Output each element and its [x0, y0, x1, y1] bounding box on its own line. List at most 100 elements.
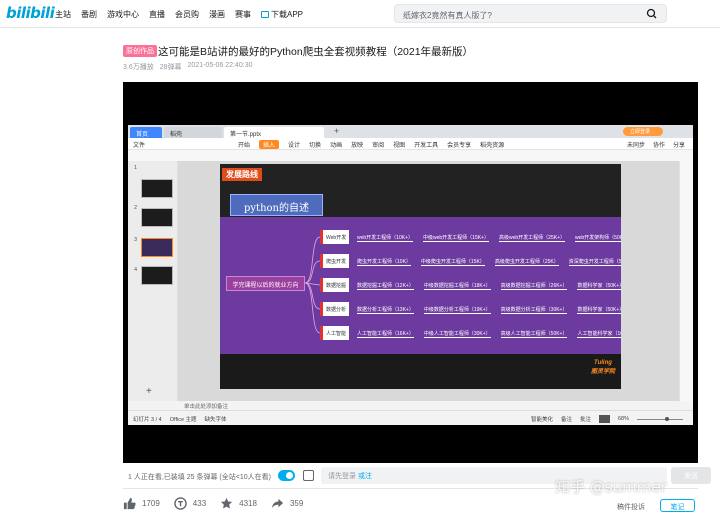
career-step: 爬虫开发工程师（10K） [357, 259, 411, 266]
career-step: 高级web开发工程师（25K+） [499, 235, 565, 242]
wps-tab-home: 首页 [130, 127, 162, 138]
career-step: web开发工程师（10K+） [357, 235, 413, 242]
category-node: 数据分析 [320, 302, 349, 316]
coin-icon [174, 497, 187, 510]
search-icon [646, 8, 657, 19]
tuling-logo-sub: 图灵学院 [590, 369, 615, 375]
career-step: 数据科学家（50K+） [577, 306, 621, 314]
danmaku-placeholder-link[interactable]: 或注 [358, 473, 372, 480]
wps-menu-item: 开发工具 [414, 143, 439, 149]
wps-right-menus: 未同步 协作 分享 [627, 140, 685, 149]
slide-thumbnails: 1 2 3 4 + [128, 161, 178, 401]
wps-menu-item: 设计 [288, 143, 301, 149]
category-node: 爬虫开发 [320, 254, 349, 268]
comments-toggle: 批注 [579, 417, 591, 423]
share-button[interactable]: 359 [271, 497, 303, 510]
career-step: 高级人工智能工程师（50K+） [500, 331, 568, 338]
nav-item-manga[interactable]: 漫画 [209, 9, 225, 20]
coin-button[interactable]: 433 [174, 497, 206, 510]
smart-beautify: 智能美化 [530, 417, 553, 423]
wps-tabbar: 首页 稻壳 第一节.pptx + 立即登录 [128, 125, 693, 138]
career-row: web开发工程师（10K+） 中级web开发工程师（15K+） 高级web开发工… [357, 234, 621, 242]
category-node: 数据挖掘 [320, 278, 349, 292]
slide-thumb-selected [141, 238, 173, 257]
new-tab-icon: + [334, 126, 340, 136]
search-input[interactable]: 纸嫁衣2竟然有真人版了? [394, 4, 667, 23]
wps-collab: 协作 [652, 143, 665, 149]
star-icon [221, 497, 233, 509]
career-step: web开发架构师（50K） [575, 234, 621, 242]
favorite-button[interactable]: 4318 [220, 497, 257, 510]
original-tag: 原创作品 [123, 45, 157, 57]
like-icon [123, 497, 136, 510]
career-step: 高级数据挖掘工程师（26K+） [500, 283, 568, 290]
career-step: 资深爬虫开发工程师（50K） [568, 258, 621, 266]
danmaku-settings-icon[interactable] [303, 470, 314, 481]
notes-toggle: 备注 [560, 417, 572, 423]
wps-share: 分享 [672, 143, 685, 149]
career-step: 中级人工智能工程师（30K+） [423, 331, 491, 338]
like-count: 1709 [142, 499, 160, 508]
publish-date: 2021-05-06 22:40:30 [187, 62, 253, 69]
slide-canvas: 发展路线 python的自述 学完课程以后的就业方向 Web开发 web开发工程… [178, 161, 679, 401]
wps-right-toolbar [679, 161, 693, 401]
slide-thumb [141, 179, 173, 198]
danmaku-send-button[interactable]: 发送 [671, 467, 711, 484]
danmaku-toggle[interactable] [278, 470, 295, 481]
nav-item-mall[interactable]: 会员购 [175, 9, 199, 20]
wps-menu-item: 稻壳资源 [480, 143, 505, 149]
career-step: 高级数据分析工程师（30K+） [500, 307, 568, 314]
search-button[interactable] [640, 7, 664, 20]
nav-item-main[interactable]: 主站 [55, 9, 71, 20]
favorite-count: 4318 [239, 499, 257, 508]
wps-tab-file: 第一节.pptx [224, 127, 324, 138]
danmaku-placeholder: 请先登录 或注 [328, 471, 372, 481]
wps-sync-status: 未同步 [626, 143, 645, 149]
bilibili-logo[interactable]: bilibili [6, 4, 55, 22]
note-button[interactable]: 笔记 [660, 499, 695, 512]
career-step: 人工智能工程师（16K+） [357, 331, 414, 338]
danmaku-toggle-knob [286, 472, 293, 479]
wps-menu-item: 审阅 [372, 143, 385, 149]
share-icon [271, 498, 284, 509]
career-row: 数据分析工程师（13K+） 中级数据分析工程师（19K+） 高级数据分析工程师（… [357, 306, 621, 314]
wps-menu-item: 切换 [309, 143, 322, 149]
slide-number: 1 [134, 165, 138, 171]
zhihu-watermark: 知乎 @summer [555, 478, 667, 496]
like-button[interactable]: 1709 [123, 497, 160, 510]
download-app-link[interactable]: 下载APP [261, 9, 303, 20]
slide-number: 2 [134, 205, 138, 211]
tuling-logo: Tuling 图灵学院 [591, 360, 615, 375]
career-row: 爬虫开发工程师（10K） 中级爬虫开发工程师（15K） 高级爬虫开发工程师（25… [357, 258, 621, 266]
career-step: 数据分析工程师（13K+） [357, 307, 414, 314]
wps-menu-item: 视图 [393, 143, 406, 149]
missing-font: 缺失字体 [204, 417, 227, 423]
career-row: 人工智能工程师（16K+） 中级人工智能工程师（30K+） 高级人工智能工程师（… [357, 330, 621, 338]
video-player[interactable]: 首页 稻壳 第一节.pptx + 立即登录 文件 开始 插入 设计 切换 动画 … [123, 82, 698, 463]
wps-menubar: 文件 开始 插入 设计 切换 动画 放映 审阅 视图 开发工具 会员专享 稻壳资… [128, 138, 693, 150]
tv-icon [261, 11, 269, 18]
video-meta: 3.6万播放 28弹幕 2021-05-06 22:40:30 [123, 62, 253, 72]
nav-item-bangumi[interactable]: 番剧 [81, 9, 97, 20]
career-step: 数据科学家（50K+） [577, 282, 621, 290]
career-step: 中级数据分析工程师（19K+） [423, 307, 491, 314]
zoom-slider [637, 416, 683, 421]
viewer-count-note: (全站<10人在看) [219, 474, 271, 481]
wps-menu-item: 动画 [330, 143, 343, 149]
wps-menu-item-selected: 插入 [259, 140, 280, 149]
slide-footer [220, 354, 621, 389]
wps-tab-docer: 稻壳 [164, 127, 222, 138]
nav-item-live[interactable]: 直播 [149, 9, 165, 20]
nav-item-esports[interactable]: 赛事 [235, 9, 251, 20]
coin-count: 433 [192, 499, 207, 508]
download-app-label: 下载APP [271, 10, 304, 19]
mind-center-node: 学完课程以后的就业方向 [226, 276, 305, 291]
slide-number: 4 [134, 267, 138, 273]
wps-statusbar: 幻灯片 3 / 4 Office 主题 缺失字体 智能美化 备注 批注 68% [128, 410, 693, 425]
report-link[interactable]: 稿件投诉 [617, 502, 645, 512]
wps-login-badge: 立即登录 [623, 127, 663, 136]
slide-header: 发展路线 [222, 168, 262, 181]
nav-item-games[interactable]: 游戏中心 [107, 9, 139, 20]
slide-thumb [141, 266, 173, 285]
wps-toolbar [128, 150, 693, 161]
